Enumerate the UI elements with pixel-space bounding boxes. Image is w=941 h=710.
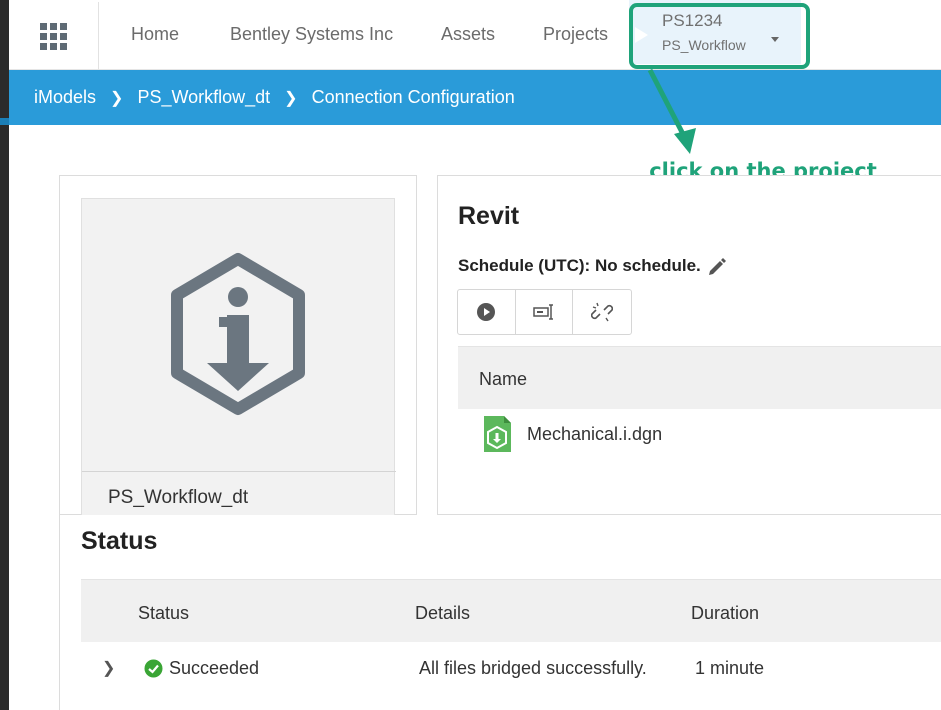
status-title: Status [81,527,158,555]
unlink-button[interactable] [573,290,631,334]
status-table-header: Status Details Duration [81,579,941,642]
status-value: Succeeded [169,658,260,678]
annotation-highlight-box [629,3,810,69]
details-value: All files bridged successfully. [419,658,647,678]
connection-card: Revit Schedule (UTC): No schedule. Name … [437,175,941,515]
unlink-icon [591,302,614,322]
nav-assets[interactable]: Assets [441,24,495,45]
nav-projects[interactable]: Projects [543,24,608,45]
edit-pencil-icon[interactable] [707,256,727,276]
annotation-arrow-icon [647,68,696,154]
chevron-right-icon: ❯ [110,89,124,107]
window-edge [0,0,9,710]
table-row[interactable]: ❯ Succeeded All files bridged successful… [81,642,941,698]
apps-button[interactable] [9,2,99,70]
connection-toolbar [457,289,632,335]
imodel-caption: PS_Workflow_dt [108,487,249,508]
rename-icon [533,304,553,320]
run-icon [477,303,496,321]
app-window: Home Bentley Systems Inc Assets Projects… [0,0,941,710]
thumbnail-divider [82,471,396,472]
table-row[interactable]: Mechanical.i.dgn [482,414,662,454]
expand-chevron-icon[interactable]: ❯ [102,658,115,678]
rename-button[interactable] [516,290,574,334]
column-status[interactable]: Status [138,603,189,624]
app-grid-icon [40,22,67,50]
window-edge-shadow [0,118,9,125]
files-table-header: Name [458,346,941,409]
status-section: Status Status Details Duration ❯ Succeed… [59,515,941,710]
breadcrumb-imodel-name[interactable]: PS_Workflow_dt [137,87,270,108]
breadcrumb-imodels[interactable]: iModels [34,87,96,108]
imodel-info-download-icon [171,253,305,415]
imodel-card: PS_Workflow_dt [59,175,417,518]
schedule-text: Schedule (UTC): No schedule. [458,256,701,275]
connection-title: Revit [458,202,520,230]
schedule-info: Schedule (UTC): No schedule. [458,256,727,276]
column-duration[interactable]: Duration [691,603,759,624]
file-name[interactable]: Mechanical.i.dgn [527,424,662,445]
nav-bentley-systems[interactable]: Bentley Systems Inc [230,24,393,45]
imodel-thumbnail[interactable]: PS_Workflow_dt [81,198,396,518]
nav-home[interactable]: Home [131,24,179,45]
column-name[interactable]: Name [479,369,527,390]
column-details[interactable]: Details [415,603,470,624]
breadcrumb: iModels ❯ PS_Workflow_dt ❯ Connection Co… [9,70,941,125]
run-button[interactable] [458,290,516,334]
chevron-right-icon: ❯ [284,89,298,107]
success-check-icon [144,659,163,678]
breadcrumb-connection-configuration: Connection Configuration [311,87,515,107]
dgn-file-icon [484,416,511,452]
duration-value: 1 minute [695,658,765,678]
